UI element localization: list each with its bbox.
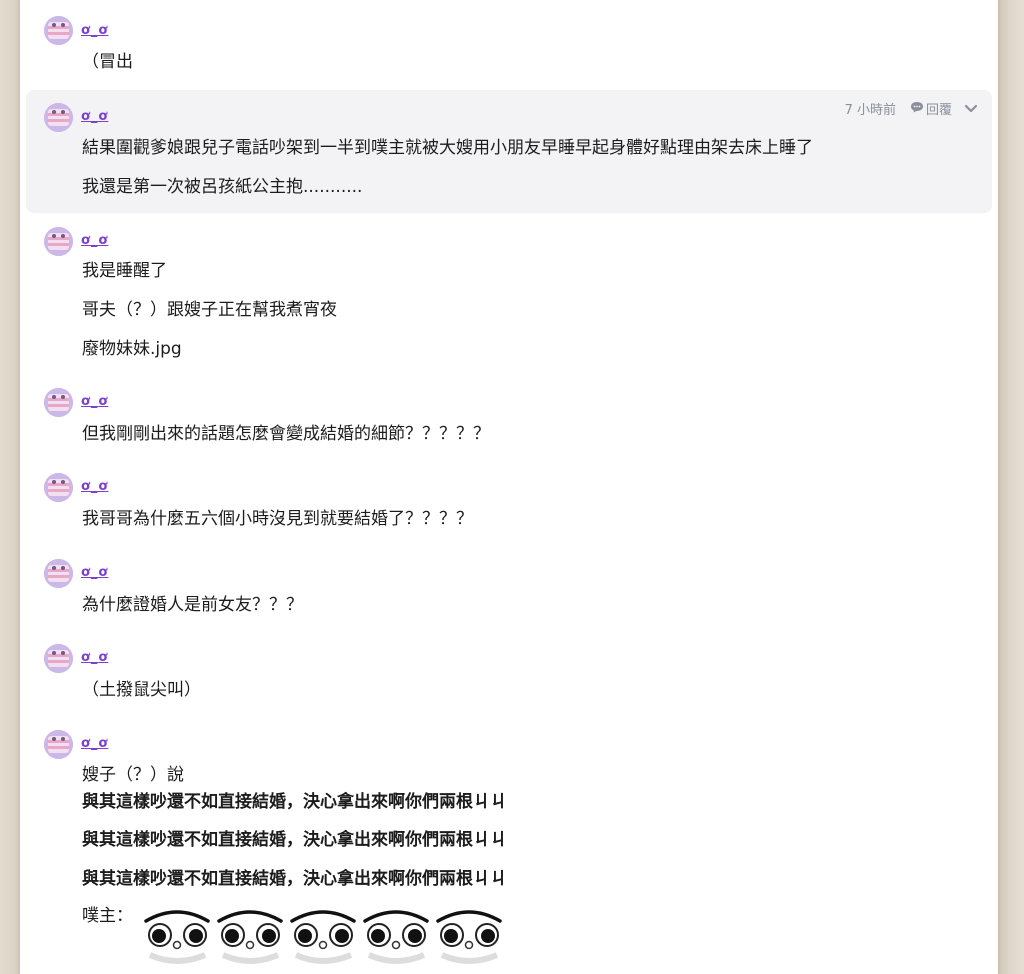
response-item: ơ_ơ （冒出 (26, 0, 992, 88)
response-item-hovered: ơ_ơ 7 小時前 回覆 結果圍觀爹娘跟兒子電話吵架到一半到噗主就被大嫂用小朋友… (26, 90, 992, 213)
username-link[interactable]: ơ_ơ (81, 23, 108, 38)
response-item: ơ_ơ 為什麼證婚人是前女友？？？ (26, 549, 992, 629)
response-text: 但我剛剛出來的話題怎麼會變成結婚的細節？？？？？ (82, 424, 490, 444)
staring-eyes-emoticon (290, 910, 356, 964)
response-text: 廢物妹妹.jpg (82, 339, 182, 359)
response-text: 我還是第一次被呂孩紙公主抱........... (82, 177, 363, 197)
response-item: ơ_ơ 我是睡醒了 哥夫（？）跟嫂子正在幫我煮宵夜 廢物妹妹.jpg (26, 215, 992, 375)
response-text-bold: 與其這樣吵還不如直接結婚，決心拿出來啊你們兩根ㄐㄐ (82, 830, 507, 850)
staring-eyes-emoticon (144, 910, 210, 964)
emoticon-row (142, 905, 507, 971)
chevron-down-icon[interactable] (964, 103, 978, 115)
username-link[interactable]: ơ_ơ (81, 109, 108, 124)
response-text: 為什麼證婚人是前女友？？？ (82, 595, 303, 615)
page-background-left (0, 0, 20, 974)
speech-bubble-icon (910, 101, 924, 117)
username-link[interactable]: ơ_ơ (81, 394, 108, 409)
response-text: 我哥哥為什麼五六個小時沒見到就要結婚了？？？？ (82, 509, 473, 529)
avatar[interactable] (44, 16, 73, 45)
response-item: ơ_ơ 我哥哥為什麼五六個小時沒見到就要結婚了？？？？ (26, 463, 992, 543)
response-text: 噗主： (82, 906, 133, 926)
response-text: 結果圍觀爹娘跟兒子電話吵架到一半到噗主就被大嫂用小朋友早睡早起身體好點理由架去床… (82, 138, 813, 158)
avatar[interactable] (44, 473, 73, 502)
avatar[interactable] (44, 103, 73, 132)
response-meta: 7 小時前 回覆 (844, 99, 978, 118)
timestamp: 7 小時前 (844, 103, 896, 118)
reply-button[interactable]: 回覆 (910, 99, 952, 118)
response-item: ơ_ơ （土撥鼠尖叫） (26, 634, 992, 714)
avatar[interactable] (44, 644, 73, 673)
response-text-bold: 與其這樣吵還不如直接結婚，決心拿出來啊你們兩根ㄐㄐ (82, 869, 507, 889)
avatar[interactable] (44, 388, 73, 417)
username-link[interactable]: ơ_ơ (81, 650, 108, 665)
plurk-thread: ơ_ơ （冒出 ơ_ơ 7 小時前 回覆 結果圍觀爹娘跟兒子電話吵架到一半到噗主… (20, 0, 998, 974)
response-text: 哥夫（？）跟嫂子正在幫我煮宵夜 (82, 300, 337, 320)
page-background-right (998, 0, 1024, 974)
response-text: 我是睡醒了 (82, 261, 167, 281)
avatar[interactable] (44, 559, 73, 588)
response-text: （土撥鼠尖叫） (82, 680, 201, 700)
staring-eyes-emoticon (217, 910, 283, 964)
avatar[interactable] (44, 227, 73, 256)
staring-eyes-emoticon (363, 910, 429, 964)
staring-eyes-emoticon (436, 910, 502, 964)
username-link[interactable]: ơ_ơ (81, 565, 108, 580)
username-link[interactable]: ơ_ơ (81, 736, 108, 751)
username-link[interactable]: ơ_ơ (81, 479, 108, 494)
reply-label: 回覆 (925, 103, 952, 118)
response-item: ơ_ơ 但我剛剛出來的話題怎麼會變成結婚的細節？？？？？ (26, 378, 992, 458)
avatar[interactable] (44, 730, 73, 759)
response-text-bold: 與其這樣吵還不如直接結婚，決心拿出來啊你們兩根ㄐㄐ (82, 792, 507, 812)
response-text: （冒出 (82, 52, 133, 72)
username-link[interactable]: ơ_ơ (81, 233, 108, 248)
response-text: 嫂子（？）說 (82, 765, 184, 785)
